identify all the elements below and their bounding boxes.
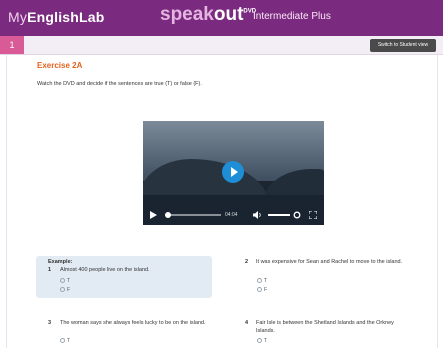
option-false[interactable]: F [60, 287, 70, 293]
volume-icon[interactable] [253, 211, 262, 219]
brand-prefix: My [8, 9, 28, 25]
switch-to-student-view-button[interactable]: Switch to Student view [370, 39, 436, 52]
speakout-logo: speakoutDVD [160, 4, 256, 26]
question-text: Fair Isle is between the Shetland Island… [256, 320, 394, 334]
left-border [6, 55, 7, 348]
out-text: out [213, 4, 244, 25]
exercise-title: Exercise 2A [37, 61, 83, 70]
radio-icon [257, 338, 262, 344]
option-label: T [67, 278, 71, 284]
radio-icon [257, 278, 262, 284]
fullscreen-icon[interactable] [309, 211, 317, 219]
option-true[interactable]: T [60, 278, 70, 284]
question-text: Almost 400 people live on the island. [60, 267, 150, 273]
app-window: MyEnglishLab speakoutDVD Intermediate Pl… [0, 0, 443, 348]
exercise-instructions: Watch the DVD and decide if the sentence… [37, 81, 202, 87]
question-number: 1 [48, 267, 52, 273]
question-number: 3 [48, 320, 52, 326]
option-label: F [67, 287, 71, 293]
option-true[interactable]: T [60, 338, 70, 344]
radio-icon [257, 287, 262, 293]
option-true[interactable]: T [257, 278, 267, 284]
radio-icon [60, 287, 65, 293]
radio-icon [60, 278, 65, 284]
top-header: MyEnglishLab speakoutDVD Intermediate Pl… [0, 0, 443, 36]
video-controls: 04:04 [143, 205, 324, 225]
myenglishlab-logo[interactable]: MyEnglishLab [8, 9, 105, 25]
seek-bar[interactable] [165, 214, 221, 216]
play-small-icon[interactable] [149, 211, 157, 219]
question-number: 2 [245, 259, 249, 265]
play-button[interactable] [222, 161, 244, 183]
seek-handle[interactable] [165, 212, 171, 218]
settings-icon[interactable] [293, 211, 301, 219]
video-time: 04:04 [225, 212, 238, 218]
speak-text: speak [160, 4, 214, 25]
option-label: F [264, 287, 268, 293]
option-false[interactable]: F [257, 287, 267, 293]
video-player[interactable]: 04:04 [143, 121, 324, 225]
play-icon [231, 167, 238, 177]
option-label: T [264, 278, 268, 284]
volume-slider[interactable] [268, 214, 290, 216]
question-text: It was expensive for Sean and Rachel to … [256, 259, 403, 265]
sub-toolbar: 1 Switch to Student view [0, 36, 443, 55]
brand-main: EnglishLab [27, 9, 105, 25]
option-true[interactable]: T [257, 338, 267, 344]
option-label: T [264, 338, 268, 344]
page-number-tab[interactable]: 1 [0, 36, 24, 54]
question-text: The woman says she always feels lucky to… [60, 320, 206, 326]
course-level: Intermediate Plus [253, 11, 331, 22]
radio-icon [60, 338, 65, 344]
option-label: T [67, 338, 71, 344]
example-label: Example: [48, 259, 73, 265]
question-number: 4 [245, 320, 249, 326]
right-border [437, 55, 438, 348]
